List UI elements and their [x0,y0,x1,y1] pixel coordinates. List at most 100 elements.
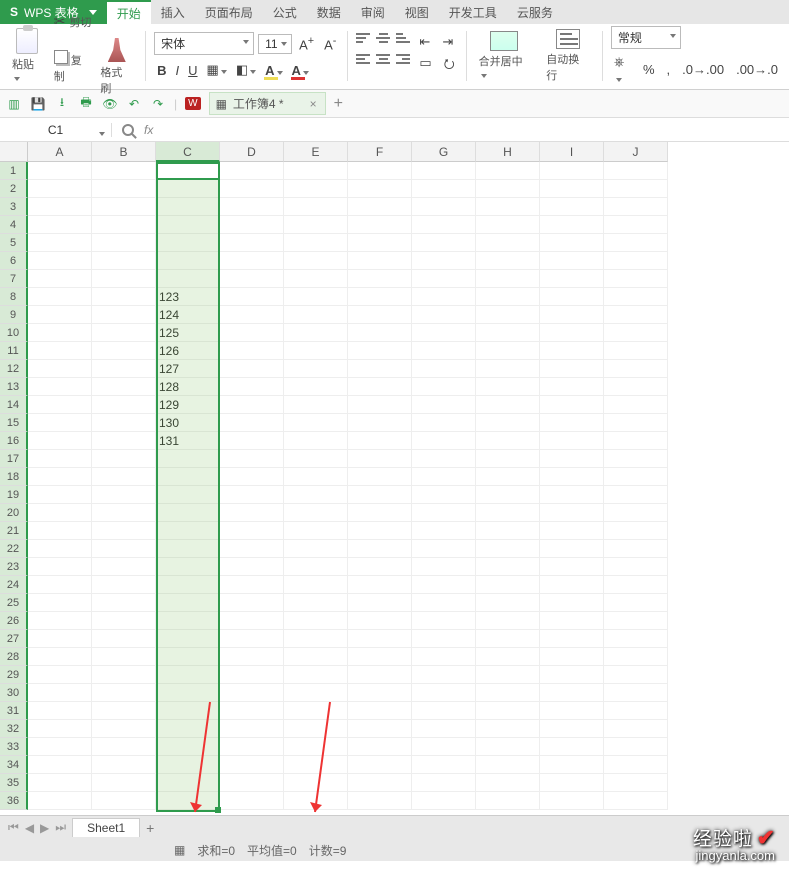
cell[interactable] [284,504,348,522]
cell[interactable] [540,540,604,558]
currency-button[interactable]: ⎈ [611,53,634,86]
cell[interactable] [412,612,476,630]
cell[interactable]: 126 [156,342,220,360]
cell[interactable] [604,612,668,630]
cell[interactable] [220,720,284,738]
cell[interactable] [476,414,540,432]
cell[interactable] [92,630,156,648]
cell[interactable] [540,702,604,720]
cell[interactable] [156,234,220,252]
cell[interactable] [92,360,156,378]
menu-item-8[interactable]: 云服务 [507,0,563,24]
row-header[interactable]: 33 [0,738,28,756]
cell[interactable] [412,414,476,432]
copy-button[interactable]: 复制 [54,50,93,84]
cell[interactable] [412,558,476,576]
cell[interactable] [92,396,156,414]
cell[interactable] [540,180,604,198]
cell[interactable] [284,558,348,576]
cell[interactable] [348,360,412,378]
cell[interactable] [604,360,668,378]
cell[interactable] [476,396,540,414]
cell[interactable] [156,450,220,468]
row-header[interactable]: 22 [0,540,28,558]
cell[interactable] [604,180,668,198]
cell[interactable] [28,720,92,738]
cell[interactable] [540,270,604,288]
cell[interactable] [220,702,284,720]
cell[interactable] [92,756,156,774]
cell[interactable] [92,468,156,486]
cell[interactable] [220,252,284,270]
row-header[interactable]: 28 [0,648,28,666]
cell[interactable] [220,558,284,576]
cell[interactable] [604,468,668,486]
cell[interactable] [604,396,668,414]
cell[interactable] [604,504,668,522]
cell[interactable] [28,558,92,576]
cell[interactable] [604,684,668,702]
column-header[interactable]: J [604,142,668,162]
italic-button[interactable]: I [173,62,183,79]
cell[interactable]: 129 [156,396,220,414]
cell[interactable] [28,252,92,270]
row-header[interactable]: 5 [0,234,28,252]
cell[interactable] [220,504,284,522]
cell[interactable] [540,306,604,324]
cell[interactable] [284,216,348,234]
print-icon[interactable]: 🖶 [78,96,94,112]
cell[interactable] [284,540,348,558]
cell[interactable] [28,360,92,378]
cell[interactable] [28,270,92,288]
cell[interactable] [284,684,348,702]
cell[interactable] [220,522,284,540]
cell[interactable] [412,396,476,414]
cell[interactable] [28,522,92,540]
cell[interactable] [412,162,476,180]
cell[interactable] [476,288,540,306]
cell[interactable] [156,684,220,702]
cell[interactable] [28,666,92,684]
cell[interactable] [348,738,412,756]
column-header[interactable]: I [540,142,604,162]
cell[interactable] [348,234,412,252]
cell[interactable] [348,162,412,180]
cell[interactable] [156,756,220,774]
cell[interactable] [156,504,220,522]
cell[interactable] [604,558,668,576]
cell[interactable] [156,774,220,792]
align-middle-button[interactable] [376,33,390,43]
cell[interactable] [220,342,284,360]
cell[interactable] [220,612,284,630]
menu-item-4[interactable]: 数据 [307,0,351,24]
cell[interactable] [92,612,156,630]
cell[interactable] [28,180,92,198]
cell[interactable] [156,720,220,738]
cell[interactable] [284,522,348,540]
align-left-button[interactable] [356,54,370,64]
row-header[interactable]: 24 [0,576,28,594]
cell[interactable] [92,648,156,666]
cell[interactable] [540,486,604,504]
cell[interactable] [540,504,604,522]
cell[interactable] [604,648,668,666]
cell[interactable] [476,216,540,234]
number-format-select[interactable]: 常规 [611,26,681,49]
cell[interactable] [476,630,540,648]
new-tab-button[interactable]: + [334,95,343,113]
cell[interactable] [92,540,156,558]
cell[interactable] [92,450,156,468]
cell[interactable] [28,540,92,558]
redo-icon[interactable]: ↷ [150,96,166,112]
cell[interactable] [284,648,348,666]
cell[interactable] [604,486,668,504]
row-header[interactable]: 31 [0,702,28,720]
cell[interactable] [220,234,284,252]
row-header[interactable]: 20 [0,504,28,522]
cell[interactable] [412,594,476,612]
cell[interactable] [476,738,540,756]
cell[interactable] [540,396,604,414]
cell[interactable] [92,342,156,360]
cell[interactable] [412,486,476,504]
cell[interactable] [476,756,540,774]
